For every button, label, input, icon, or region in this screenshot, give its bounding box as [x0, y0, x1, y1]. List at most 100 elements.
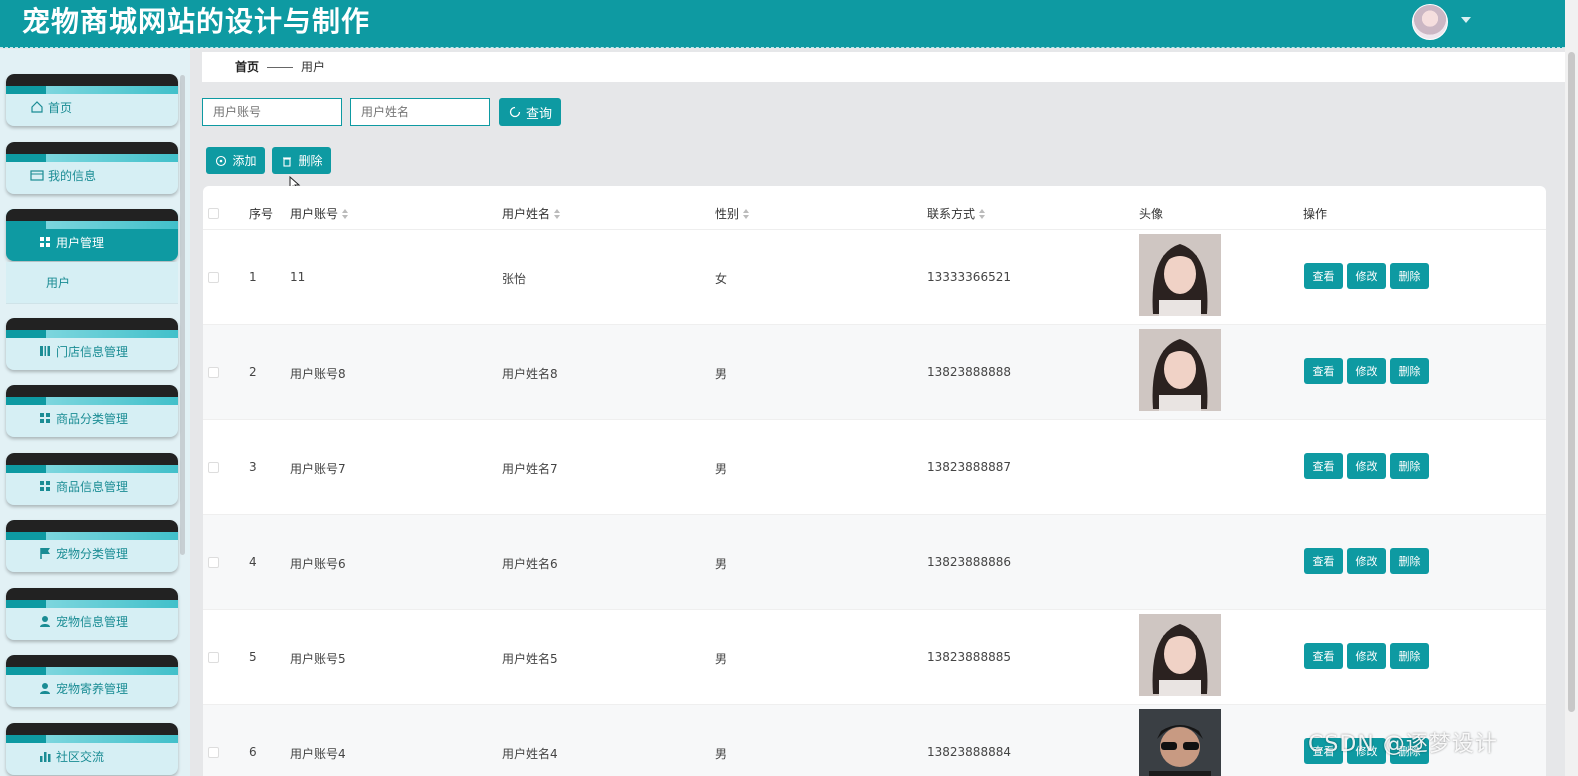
delete-button[interactable]: 删除 — [1390, 358, 1429, 384]
row-checkbox[interactable] — [208, 367, 219, 378]
delete-button[interactable]: 删除 — [1390, 453, 1429, 479]
sort-icon[interactable] — [979, 208, 986, 219]
cell-phone: 13333366521 — [927, 270, 1011, 284]
batch-delete-button[interactable]: 删除 — [272, 147, 331, 174]
cell-name: 张怡 — [502, 272, 527, 286]
cell-no: 1 — [249, 270, 257, 284]
user-name-input[interactable] — [350, 98, 490, 126]
flag-icon — [38, 546, 52, 560]
sidebar-item-home[interactable]: 首页 — [6, 74, 178, 126]
avatar-photo[interactable] — [1139, 614, 1221, 696]
cell-name: 用户姓名4 — [502, 747, 558, 761]
sidebar-item-community[interactable]: 社区交流 — [6, 723, 178, 775]
edit-button[interactable]: 修改 — [1347, 453, 1386, 479]
sidebar-item-label: 用户管理 — [56, 235, 105, 250]
breadcrumb: 首页 用户 — [202, 52, 1565, 82]
edit-button[interactable]: 修改 — [1347, 358, 1386, 384]
view-button[interactable]: 查看 — [1304, 453, 1343, 479]
cell-account: 用户账号5 — [290, 652, 346, 666]
sort-icon[interactable] — [743, 208, 750, 219]
cell-phone: 13823888884 — [927, 745, 1011, 759]
breadcrumb-home[interactable]: 首页 — [235, 60, 259, 74]
table-row[interactable]: 5 用户账号5 用户姓名5 男 13823888885 查看 修改 删除 — [203, 610, 1546, 705]
query-label: 查询 — [525, 106, 552, 122]
row-checkbox[interactable] — [208, 462, 219, 473]
avatar-photo[interactable] — [1139, 709, 1221, 776]
cell-no: 4 — [249, 555, 257, 569]
grid-icon — [38, 235, 52, 249]
cell-gender: 男 — [715, 462, 728, 476]
view-button[interactable]: 查看 — [1304, 548, 1343, 574]
delete-label: 删除 — [298, 154, 323, 168]
row-checkbox[interactable] — [208, 747, 219, 758]
add-label: 添加 — [232, 154, 257, 168]
column-header-account[interactable]: 用户账号 — [290, 205, 349, 222]
sidebar-item-store-management[interactable]: 门店信息管理 — [6, 318, 178, 370]
delete-button[interactable]: 删除 — [1390, 548, 1429, 574]
sort-icon[interactable] — [554, 208, 561, 219]
user-account-input[interactable] — [202, 98, 342, 126]
user-avatar[interactable] — [1412, 4, 1448, 40]
row-checkbox[interactable] — [208, 272, 219, 283]
cell-account: 11 — [290, 270, 306, 284]
select-all-checkbox[interactable] — [208, 208, 219, 219]
view-button[interactable]: 查看 — [1304, 358, 1343, 384]
page-scrollbar-thumb[interactable] — [1568, 52, 1575, 712]
sidebar-item-pet-boarding[interactable]: 宠物寄养管理 — [6, 655, 178, 707]
trash-icon — [280, 154, 294, 168]
row-actions: 查看 修改 删除 — [1304, 358, 1429, 384]
sidebar-item-label: 商品分类管理 — [56, 411, 129, 426]
sort-icon[interactable] — [342, 208, 349, 219]
column-header-phone[interactable]: 联系方式 — [927, 205, 986, 222]
cell-account: 用户账号4 — [290, 747, 346, 761]
caret-down-icon[interactable] — [1461, 17, 1471, 23]
column-header-gender[interactable]: 性别 — [715, 205, 750, 222]
page-scrollbar[interactable] — [1565, 0, 1578, 776]
sidebar-item-user-management[interactable]: 用户管理 — [6, 209, 178, 261]
sidebar-item-pet-category[interactable]: 宠物分类管理 — [6, 520, 178, 572]
avatar-photo[interactable] — [1139, 234, 1221, 316]
cell-no: 2 — [249, 365, 257, 379]
cell-phone: 13823888888 — [927, 365, 1011, 379]
cell-name: 用户姓名8 — [502, 367, 558, 381]
sidebar-item-my-info[interactable]: 我的信息 — [6, 142, 178, 194]
sidebar-item-goods-info[interactable]: 商品信息管理 — [6, 453, 178, 505]
home-icon — [30, 100, 44, 114]
edit-button[interactable]: 修改 — [1347, 643, 1386, 669]
table-row[interactable]: 1 11 张怡女 13333366521 查看 修改 删除 — [203, 230, 1546, 325]
id-card-icon — [30, 168, 44, 182]
cell-name: 用户姓名5 — [502, 652, 558, 666]
delete-button[interactable]: 删除 — [1390, 643, 1429, 669]
row-actions: 查看 修改 删除 — [1304, 263, 1429, 289]
person-icon — [38, 681, 52, 695]
edit-button[interactable]: 修改 — [1347, 263, 1386, 289]
store-icon — [38, 344, 52, 358]
add-button[interactable]: 添加 — [206, 147, 265, 174]
row-checkbox[interactable] — [208, 652, 219, 663]
cell-account: 用户账号7 — [290, 462, 346, 476]
table-row[interactable]: 4 用户账号6 用户姓名6 男 13823888886 查看 修改 删除 — [203, 515, 1546, 610]
cell-gender: 男 — [715, 367, 728, 381]
table-row[interactable]: 2 用户账号8 用户姓名8 男 13823888888 查看 修改 删除 — [203, 325, 1546, 420]
cell-no: 5 — [249, 650, 257, 664]
plus-circle-icon — [214, 154, 228, 168]
sidebar-subitem-user[interactable]: 用户 — [6, 262, 178, 304]
grid-icon — [38, 411, 52, 425]
sidebar-item-pet-info[interactable]: 宠物信息管理 — [6, 588, 178, 640]
cell-phone: 13823888887 — [927, 460, 1011, 474]
delete-button[interactable]: 删除 — [1390, 263, 1429, 289]
cell-gender: 男 — [715, 747, 728, 761]
sidebar-item-goods-category[interactable]: 商品分类管理 — [6, 385, 178, 437]
grid-icon — [38, 479, 52, 493]
edit-button[interactable]: 修改 — [1347, 548, 1386, 574]
sidebar-scrollbar[interactable] — [180, 75, 185, 555]
row-checkbox[interactable] — [208, 557, 219, 568]
avatar-photo[interactable] — [1139, 329, 1221, 411]
avatar-photo-empty — [1139, 519, 1221, 601]
column-header-name[interactable]: 用户姓名 — [502, 205, 561, 222]
view-button[interactable]: 查看 — [1304, 643, 1343, 669]
cell-phone: 13823888885 — [927, 650, 1011, 664]
query-button[interactable]: 查询 — [499, 98, 561, 126]
view-button[interactable]: 查看 — [1304, 263, 1343, 289]
table-row[interactable]: 3 用户账号7 用户姓名7 男 13823888887 查看 修改 删除 — [203, 420, 1546, 515]
